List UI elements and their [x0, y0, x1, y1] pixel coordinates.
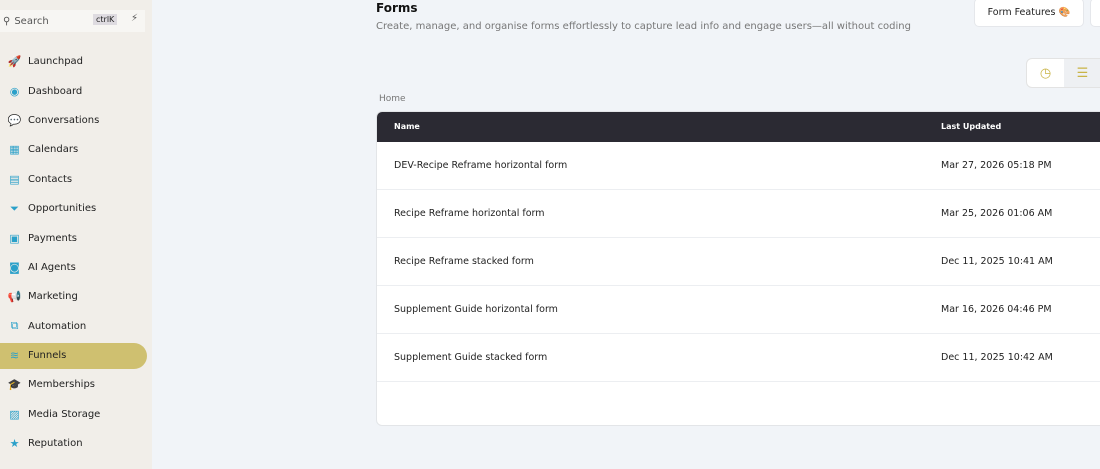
sidebar-item-label: Conversations	[28, 114, 100, 126]
column-header-name[interactable]: Name	[394, 122, 420, 131]
form-name[interactable]: DEV-Recipe Reframe horizontal form	[394, 160, 567, 171]
form-features-label: Form Features	[987, 7, 1056, 18]
sidebar-item-payments[interactable]: ▣ Payments	[0, 223, 152, 252]
payments-icon: ▣	[9, 231, 20, 245]
dashboard-icon: ◉	[9, 84, 20, 98]
view-toggle: ◷ ☰	[1026, 58, 1100, 88]
features-emoji-icon: 🎨	[1058, 7, 1071, 18]
column-header-last-updated[interactable]: Last Updated	[941, 122, 1001, 131]
form-features-button[interactable]: Form Features 🎨	[974, 0, 1084, 27]
form-name[interactable]: Recipe Reframe horizontal form	[394, 208, 545, 219]
sidebar-item-ai-agents[interactable]: ◙ AI Agents	[0, 253, 152, 282]
sidebar-item-label: Funnels	[28, 350, 67, 362]
sidebar-item-label: Calendars	[28, 144, 79, 156]
rocket-icon: 🚀	[7, 55, 22, 69]
recent-view-button[interactable]: ◷	[1027, 59, 1064, 87]
sidebar-item-label: Launchpad	[28, 56, 84, 68]
chat-icon: 💬	[7, 113, 22, 127]
sidebar-item-label: Dashboard	[28, 85, 83, 97]
search-icon: ⚲	[3, 15, 11, 27]
list-view-button[interactable]: ☰	[1064, 59, 1100, 87]
sidebar-item-label: Contacts	[28, 173, 73, 185]
sidebar-item-calendars[interactable]: ▦ Calendars	[0, 135, 152, 164]
form-name[interactable]: Recipe Reframe stacked form	[394, 256, 534, 267]
quick-action-icon[interactable]: ⚡	[131, 13, 138, 24]
sidebar-item-automation[interactable]: ⧉ Automation	[0, 312, 152, 341]
sidebar-item-label: Marketing	[28, 291, 78, 303]
workflow-icon: ⧉	[10, 319, 19, 333]
sidebar-item-media-storage[interactable]: ▨ Media Storage	[0, 400, 152, 429]
sidebar-item-contacts[interactable]: ▤ Contacts	[0, 165, 152, 194]
star-icon: ★	[9, 437, 20, 451]
form-name[interactable]: Supplement Guide horizontal form	[394, 304, 558, 315]
breadcrumb[interactable]: Home	[379, 94, 406, 104]
secondary-button[interactable]	[1090, 0, 1100, 27]
list-icon: ☰	[1076, 65, 1089, 81]
graduation-cap-icon: 🎓	[7, 378, 22, 392]
last-updated: Mar 16, 2026 04:46 PM	[941, 304, 1052, 315]
sidebar-item-label: Automation	[28, 320, 87, 332]
layers-icon: ≋	[9, 349, 20, 363]
megaphone-icon: 📢	[7, 290, 22, 304]
last-updated: Dec 11, 2025 10:42 AM	[941, 352, 1053, 363]
funnel-filter-icon: ⏷	[10, 201, 19, 215]
sidebar-item-label: Memberships	[28, 379, 96, 391]
sidebar-item-marketing[interactable]: 📢 Marketing	[0, 282, 152, 311]
page-title: Forms	[376, 1, 418, 15]
sidebar-nav: 🚀 Launchpad ◉ Dashboard 💬 Conversations ▦ Calen…	[0, 47, 152, 458]
sidebar-item-label: AI Agents	[28, 261, 76, 273]
table-row[interactable]: Recipe Reframe horizontal form Mar 25, 20…	[377, 190, 1100, 238]
form-name[interactable]: Supplement Guide stacked form	[394, 352, 547, 363]
sidebar-item-label: Payments	[28, 232, 77, 244]
sidebar-item-opportunities[interactable]: ⏷ Opportunities	[0, 194, 152, 223]
table-row[interactable]: DEV-Recipe Reframe horizontal form Mar 27…	[377, 142, 1100, 190]
table-header: Name Last Updated	[377, 112, 1100, 142]
last-updated: Mar 25, 2026 01:06 AM	[941, 208, 1053, 219]
last-updated: Dec 11, 2025 10:41 AM	[941, 256, 1053, 267]
table-row[interactable]: Supplement Guide stacked form Dec 11, 202…	[377, 334, 1100, 382]
media-icon: ▨	[9, 407, 20, 421]
page-subtitle: Create, manage, and organise forms effor…	[376, 21, 911, 32]
table-row[interactable]: Supplement Guide horizontal form Mar 16, …	[377, 286, 1100, 334]
sidebar-item-dashboard[interactable]: ◉ Dashboard	[0, 76, 152, 105]
forms-table: Name Last Updated DEV-Recipe Reframe hor…	[376, 111, 1100, 426]
robot-icon: ◙	[9, 260, 20, 274]
sidebar-item-label: Reputation	[28, 438, 83, 450]
calendar-icon: ▦	[9, 143, 20, 157]
last-updated: Mar 27, 2026 05:18 PM	[941, 160, 1052, 171]
sidebar-item-launchpad[interactable]: 🚀 Launchpad	[0, 47, 152, 76]
sidebar-item-memberships[interactable]: 🎓 Memberships	[0, 370, 152, 399]
clock-icon: ◷	[1039, 65, 1052, 81]
table-row[interactable]: Recipe Reframe stacked form Dec 11, 2025 …	[377, 238, 1100, 286]
sidebar-item-label: Opportunities	[28, 203, 97, 215]
sidebar: ⚲ Search ctrlK ⚡ 🚀 Launchpad ◉ Dashboard 💬 Co…	[0, 0, 152, 469]
search-placeholder: Search	[14, 15, 49, 27]
sidebar-item-conversations[interactable]: 💬 Conversations	[0, 106, 152, 135]
sidebar-item-reputation[interactable]: ★ Reputation	[0, 429, 152, 458]
search-input[interactable]: ⚲ Search ctrlK ⚡	[0, 10, 145, 32]
shortcut-badge: ctrlK	[93, 14, 118, 25]
sidebar-item-funnels[interactable]: ≋ Funnels	[0, 342, 147, 369]
contact-card-icon: ▤	[9, 172, 20, 186]
sidebar-item-label: Media Storage	[28, 408, 101, 420]
